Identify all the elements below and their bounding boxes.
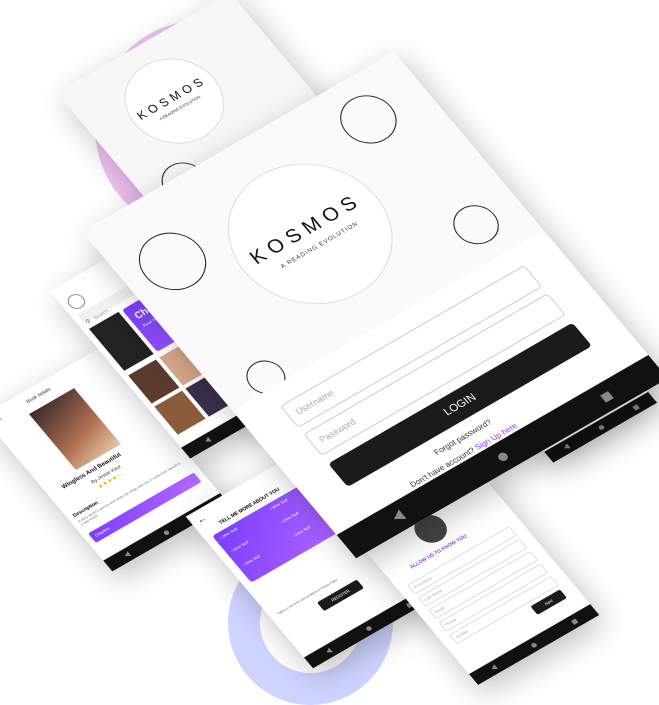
search-icon: ⚲ xyxy=(84,318,93,326)
back-arrow-icon[interactable]: ← xyxy=(0,413,7,427)
kosmos-logo: KOSMOS A READING EVOLUTION xyxy=(194,136,426,331)
username-placeholder: Username xyxy=(293,387,337,417)
kosmos-mini-logo xyxy=(64,291,89,312)
planet-doodle xyxy=(328,86,408,153)
planet-doodle xyxy=(125,221,220,301)
kosmos-logo-small: KOSMOS A READING EVOLUTION xyxy=(104,42,245,160)
back-arrow-icon[interactable]: ← xyxy=(194,513,208,525)
moon-doodle xyxy=(444,197,508,252)
password-placeholder: Password xyxy=(317,416,358,445)
